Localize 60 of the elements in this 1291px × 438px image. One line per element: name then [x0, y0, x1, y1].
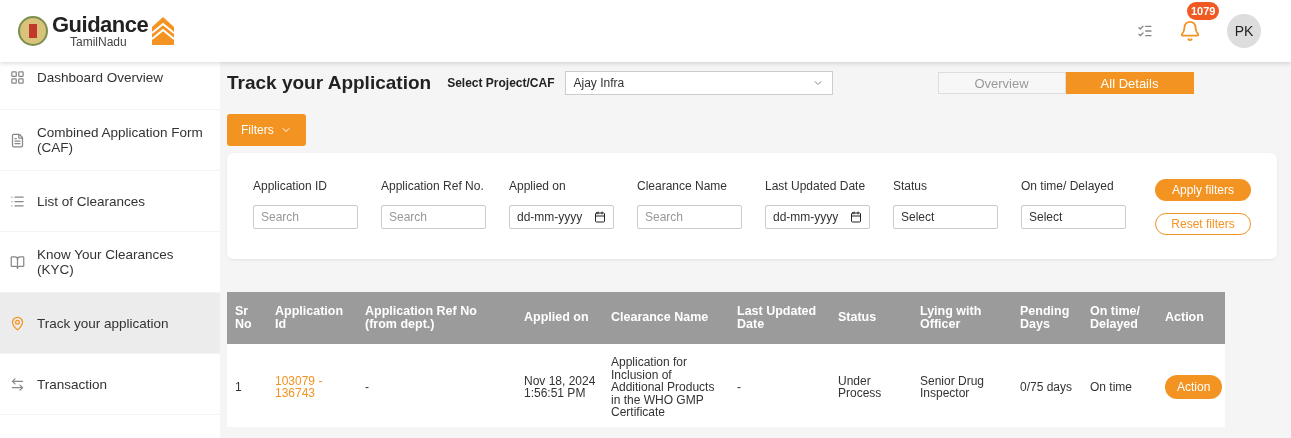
sidebar-item-label: Track your application — [37, 315, 169, 331]
column-header: Application Id — [267, 292, 357, 344]
search-field[interactable]: Search — [253, 205, 358, 229]
sidebar-item-label: Dashboard Overview — [37, 70, 164, 85]
sidebar-item[interactable]: Track your application — [0, 293, 220, 354]
table-cell: - — [737, 381, 741, 394]
table-cell: On time — [1090, 381, 1132, 394]
sidebar-item-label: Transaction — [37, 376, 108, 392]
grid-icon — [10, 70, 25, 85]
location-pin-icon — [10, 315, 25, 331]
select-label: Select Project/CAF — [447, 76, 555, 90]
table-cell: - — [365, 381, 369, 394]
column-header: Pending Days — [1012, 292, 1082, 344]
user-avatar[interactable]: PK — [1227, 14, 1261, 48]
filter-label: Application ID — [253, 179, 329, 193]
emblem-icon — [18, 16, 48, 46]
logo-subtitle: TamilNadu — [70, 36, 128, 48]
sidebar-item-label: Combined Application Form (CAF) — [37, 125, 204, 155]
column-header: Applied on — [516, 292, 603, 344]
filter-label: Application Ref No. — [381, 179, 485, 193]
table-cell: Nov 18, 2024 1:56:51 PM — [524, 374, 597, 401]
column-header: Last Updated Date — [729, 292, 830, 344]
book-icon — [10, 254, 25, 270]
column-header: On time/ Delayed — [1082, 292, 1157, 344]
select-field[interactable]: Select — [1021, 205, 1126, 229]
list-icon — [10, 193, 25, 209]
project-select[interactable]: Ajay Infra — [564, 71, 833, 95]
column-header: Application Ref No (from dept.) — [357, 292, 516, 344]
date-field[interactable]: dd-mm-yyyy — [765, 205, 870, 229]
transfer-icon — [10, 376, 25, 392]
chevron-logo-icon — [152, 17, 175, 45]
filter-label: Status — [893, 179, 929, 193]
search-field[interactable]: Search — [381, 205, 486, 229]
logo-title: Guidance — [52, 14, 149, 36]
notification-count: 1079 — [1187, 2, 1220, 20]
table-cell-text: Under Process — [838, 374, 883, 401]
sidebar-item-label: Know Your Clearances (KYC) — [37, 247, 175, 277]
calendar-icon — [594, 211, 606, 223]
column-header: Status — [830, 292, 912, 344]
select-field[interactable]: Select — [893, 205, 998, 229]
table-cell: 0/75 days — [1020, 381, 1073, 394]
filter-label: Last Updated Date — [765, 179, 867, 193]
sidebar-item-label: List of Clearances — [37, 193, 146, 209]
calendar-icon — [850, 211, 862, 223]
table-cell-text: Senior Drug Inspector — [920, 374, 986, 401]
page-title: Track your Application — [227, 72, 432, 94]
column-header: Lying with Officer — [912, 292, 1012, 344]
filter-label: Applied on — [509, 179, 567, 193]
date-field[interactable]: dd-mm-yyyy — [509, 205, 614, 229]
column-header: Sr No — [227, 292, 267, 344]
column-header: Clearance Name — [603, 292, 729, 344]
table-cell-text: Application for Inclusion of Additional Products in the WHO GMP Certificate — [611, 356, 716, 419]
filter-label: On time/ Delayed — [1021, 179, 1115, 193]
document-icon — [10, 132, 25, 148]
search-field[interactable]: Search — [637, 205, 742, 229]
column-header: Action — [1157, 292, 1225, 344]
filter-label: Clearance Name — [637, 179, 729, 193]
notification-bell-icon[interactable] — [1179, 20, 1201, 42]
table-cell: 1 — [235, 381, 242, 394]
list-icon[interactable] — [1137, 23, 1153, 39]
